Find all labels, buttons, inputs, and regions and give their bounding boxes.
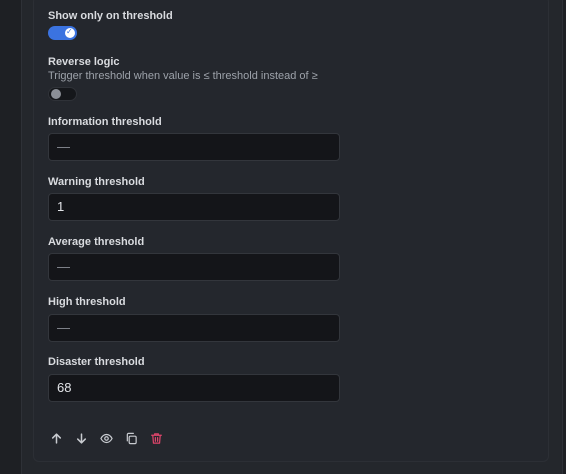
reverse-logic-toggle[interactable] [48, 87, 77, 101]
eye-icon [99, 433, 113, 443]
delete-button[interactable] [148, 430, 164, 446]
trash-icon [150, 432, 162, 444]
show-only-threshold-label: Show only on threshold [48, 10, 173, 22]
average-threshold-label: Average threshold [48, 236, 145, 248]
disaster-threshold-label: Disaster threshold [48, 356, 145, 368]
high-threshold-input[interactable]: — [48, 314, 340, 342]
duplicate-button[interactable] [123, 430, 139, 446]
reverse-logic-label: Reverse logic [48, 56, 120, 68]
information-threshold-input[interactable]: — [48, 133, 340, 161]
arrow-up-icon [51, 432, 61, 444]
toggle-visibility-button[interactable] [98, 430, 114, 446]
reverse-logic-hint: Trigger threshold when value is ≤ thresh… [48, 70, 318, 82]
arrow-down-icon [76, 432, 86, 444]
disaster-threshold-input[interactable]: 68 [48, 374, 340, 402]
check-icon: ✓ [66, 27, 73, 36]
warning-threshold-input[interactable]: 1 [48, 193, 340, 221]
toggle-knob [51, 89, 61, 99]
move-up-button[interactable] [48, 430, 64, 446]
information-threshold-label: Information threshold [48, 116, 162, 128]
warning-threshold-label: Warning threshold [48, 176, 145, 188]
copy-icon [126, 432, 137, 444]
show-only-threshold-toggle[interactable]: ✓ [48, 26, 77, 40]
item-toolbar [48, 430, 164, 446]
toggle-knob: ✓ [65, 27, 75, 38]
average-threshold-input[interactable]: — [48, 253, 340, 281]
move-down-button[interactable] [73, 430, 89, 446]
high-threshold-label: High threshold [48, 296, 126, 308]
